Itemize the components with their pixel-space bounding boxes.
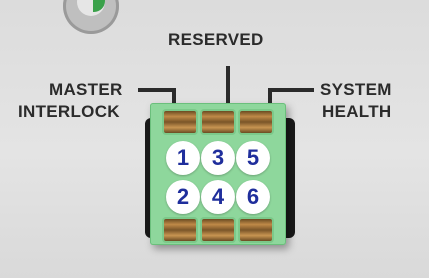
top-screw-slot-1 bbox=[164, 111, 196, 133]
reserved-label: RESERVED bbox=[168, 30, 264, 49]
bottom-screw-slot-2 bbox=[202, 219, 234, 241]
connector-panel: RESERVED MASTER INTERLOCK SYSTEM HEALTH … bbox=[0, 0, 429, 278]
health-label: HEALTH bbox=[322, 102, 392, 121]
master-label: MASTER bbox=[49, 80, 123, 99]
pin-3: 3 bbox=[201, 141, 235, 175]
pin-5: 5 bbox=[236, 141, 270, 175]
reserved-leader-line bbox=[226, 66, 230, 106]
top-screw-slot-2 bbox=[202, 111, 234, 133]
pin-4: 4 bbox=[201, 180, 235, 214]
indicator-knob bbox=[63, 0, 119, 34]
system-leader-line-h bbox=[268, 88, 314, 92]
pin-1: 1 bbox=[166, 141, 200, 175]
master-leader-line-h bbox=[138, 88, 176, 92]
top-screw-slot-3 bbox=[240, 111, 272, 133]
knob-green-marker bbox=[93, 0, 105, 12]
terminal-block: 1 3 5 2 4 6 bbox=[150, 103, 286, 245]
bottom-screw-slot-1 bbox=[164, 219, 196, 241]
pin-2: 2 bbox=[166, 180, 200, 214]
bottom-screw-slot-3 bbox=[240, 219, 272, 241]
system-label: SYSTEM bbox=[320, 80, 392, 99]
pin-6: 6 bbox=[236, 180, 270, 214]
interlock-label: INTERLOCK bbox=[18, 102, 120, 121]
